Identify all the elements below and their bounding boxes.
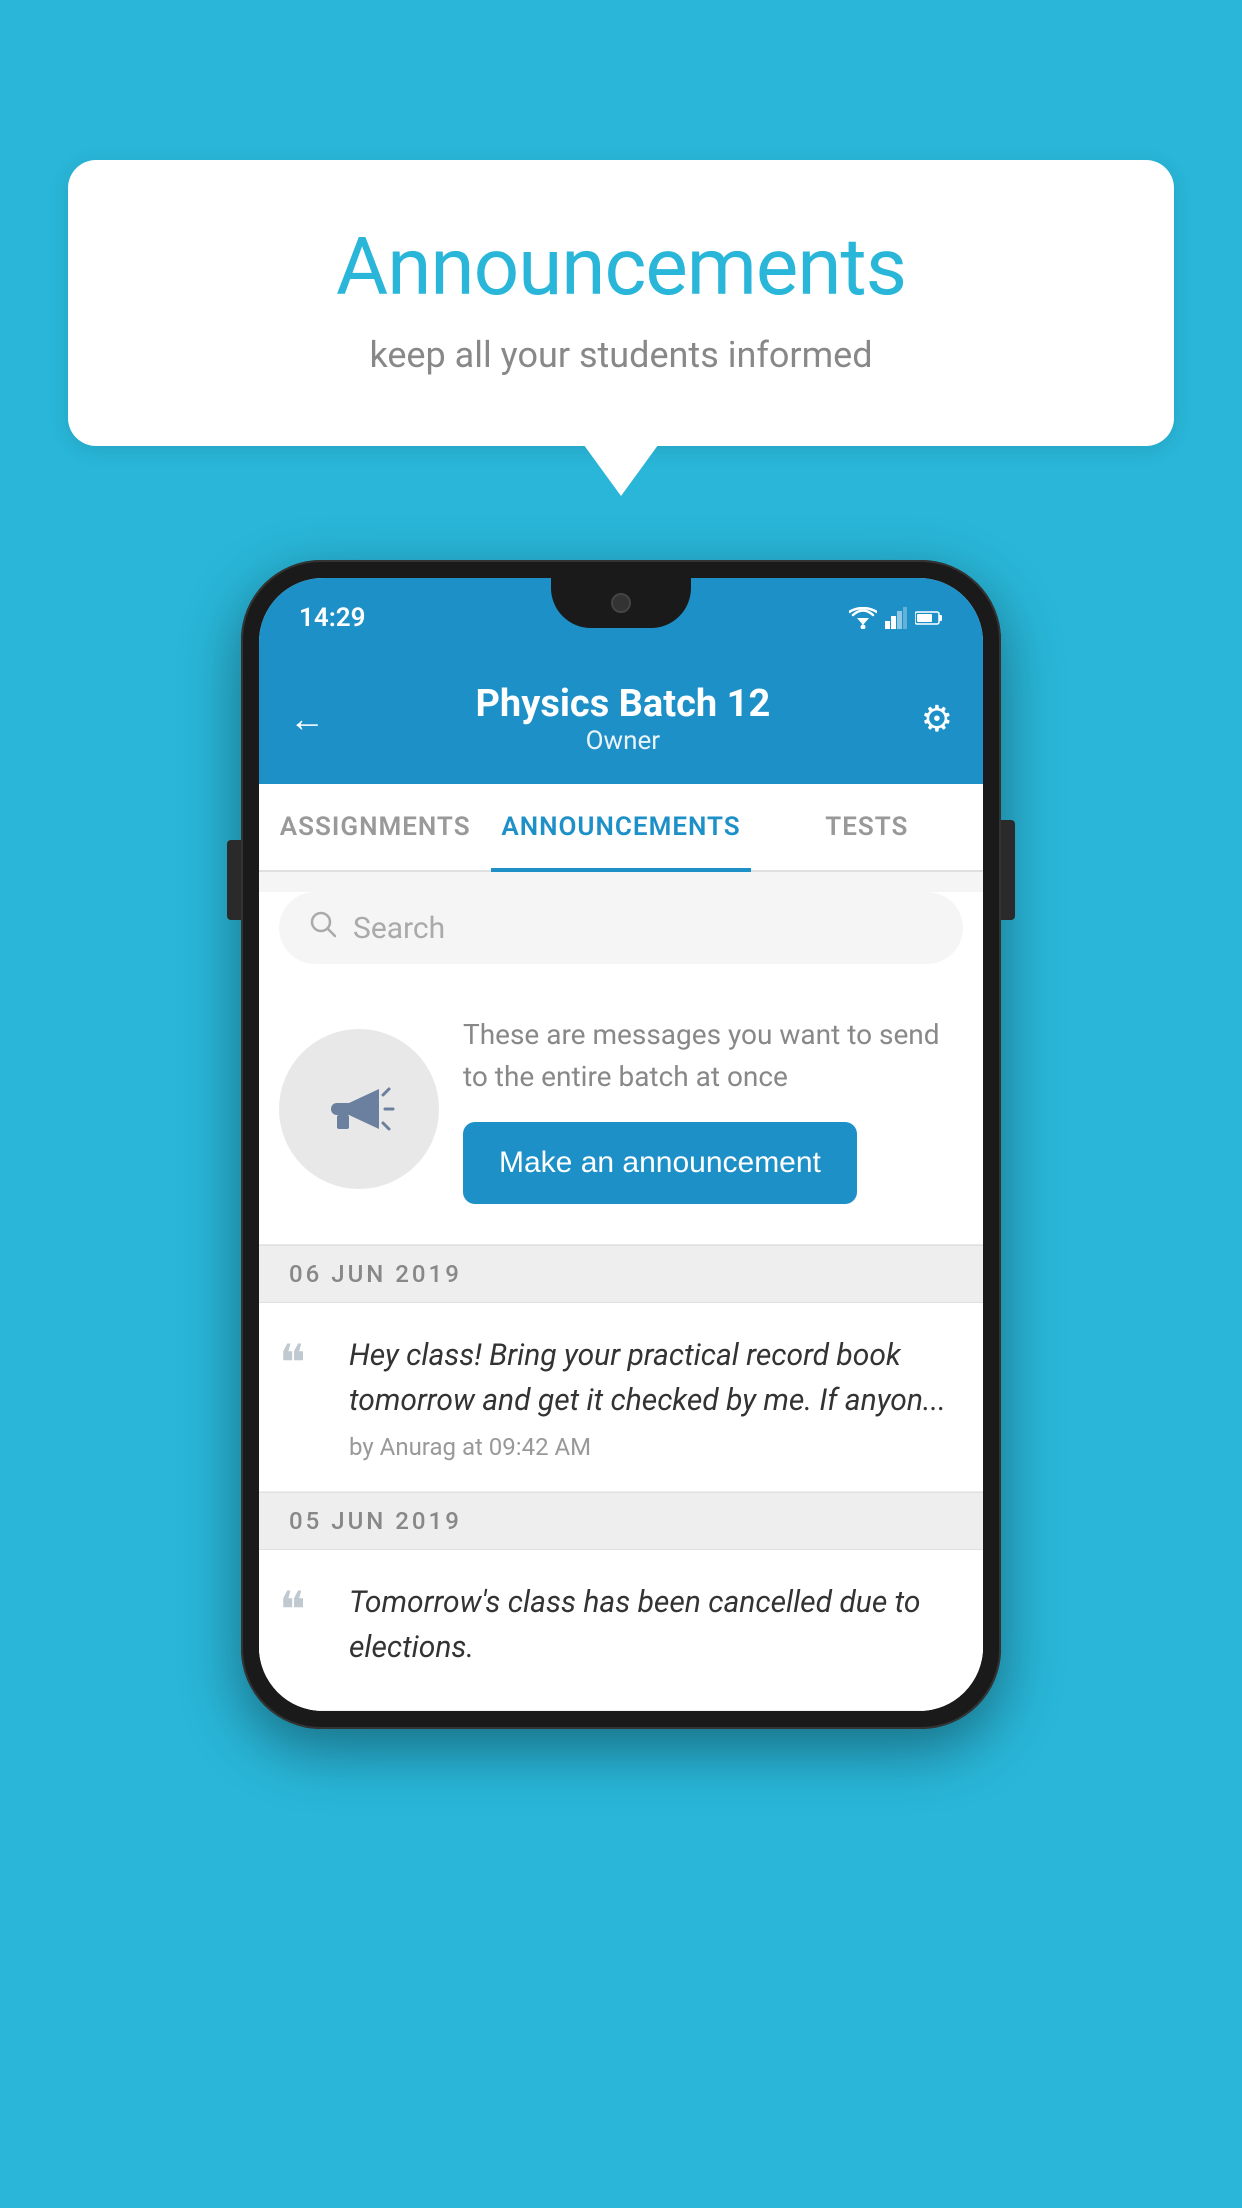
- make-announcement-button[interactable]: Make an announcement: [463, 1122, 857, 1204]
- batch-role: Owner: [325, 726, 921, 756]
- announcement-item-2[interactable]: ❝ Tomorrow's class has been cancelled du…: [259, 1550, 983, 1711]
- status-bar: 14:29: [259, 578, 983, 658]
- intro-right: These are messages you want to send to t…: [463, 1014, 963, 1204]
- date-divider-2: 05 JUN 2019: [259, 1492, 983, 1550]
- batch-title: Physics Batch 12: [325, 682, 921, 726]
- search-placeholder: Search: [353, 911, 445, 946]
- phone-device: 14:29: [241, 560, 1001, 1729]
- back-button[interactable]: ←: [289, 698, 325, 740]
- announcement-intro-card: These are messages you want to send to t…: [259, 984, 983, 1245]
- tab-assignments[interactable]: ASSIGNMENTS: [259, 784, 491, 870]
- quote-icon-2: ❝: [279, 1580, 329, 1680]
- announcement-meta-1: by Anurag at 09:42 AM: [349, 1433, 953, 1461]
- tab-tests[interactable]: TESTS: [751, 784, 983, 870]
- speech-bubble-section: Announcements keep all your students inf…: [68, 160, 1174, 446]
- page-subtitle: keep all your students informed: [148, 334, 1094, 376]
- announcement-body-2: Tomorrow's class has been cancelled due …: [349, 1580, 953, 1680]
- tabs-bar: ASSIGNMENTS ANNOUNCEMENTS TESTS: [259, 784, 983, 872]
- phone-screen: 14:29: [259, 578, 983, 1711]
- megaphone-icon: [319, 1069, 399, 1149]
- announcement-message-1: Hey class! Bring your practical record b…: [349, 1333, 953, 1423]
- announcement-body-1: Hey class! Bring your practical record b…: [349, 1333, 953, 1461]
- wifi-icon: [849, 607, 877, 629]
- app-header: ← Physics Batch 12 Owner ⚙: [259, 658, 983, 784]
- phone-body: 14:29: [241, 560, 1001, 1729]
- status-time: 14:29: [299, 603, 366, 633]
- quote-icon-1: ❝: [279, 1333, 329, 1461]
- megaphone-icon-circle: [279, 1029, 439, 1189]
- phone-notch: [551, 578, 691, 628]
- tab-announcements[interactable]: ANNOUNCEMENTS: [491, 784, 750, 870]
- announcement-message-2: Tomorrow's class has been cancelled due …: [349, 1580, 953, 1670]
- camera: [611, 593, 631, 613]
- search-icon: [309, 910, 337, 946]
- signal-icon: [885, 607, 907, 629]
- status-icons: [849, 607, 943, 629]
- speech-bubble: Announcements keep all your students inf…: [68, 160, 1174, 446]
- settings-button[interactable]: ⚙: [921, 698, 953, 740]
- intro-description: These are messages you want to send to t…: [463, 1014, 963, 1098]
- header-center: Physics Batch 12 Owner: [325, 682, 921, 756]
- page-title: Announcements: [148, 220, 1094, 314]
- date-divider-1: 06 JUN 2019: [259, 1245, 983, 1303]
- content-area: Search These are messages: [259, 892, 983, 1711]
- battery-icon: [915, 610, 943, 626]
- announcement-item-1[interactable]: ❝ Hey class! Bring your practical record…: [259, 1303, 983, 1492]
- search-bar[interactable]: Search: [279, 892, 963, 964]
